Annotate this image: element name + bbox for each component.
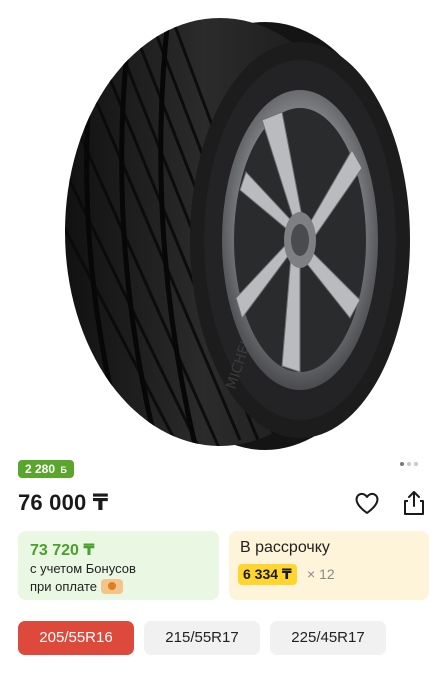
- carousel-dot[interactable]: [414, 462, 418, 466]
- share-button[interactable]: [399, 488, 429, 518]
- bonus-badge-value: 2 280: [25, 462, 56, 476]
- heart-icon: [355, 492, 379, 514]
- bonus-price-card[interactable]: 73 720 ₸ с учетом Бонусов при оплате: [18, 531, 219, 600]
- kaspi-icon: [100, 579, 123, 594]
- favorite-button[interactable]: [352, 488, 382, 518]
- size-option-225-45r17[interactable]: 225/45R17: [270, 621, 386, 655]
- share-icon: [404, 491, 424, 515]
- bonus-note-line2-text: при оплате: [30, 579, 97, 594]
- size-option-215-55r17[interactable]: 215/55R17: [144, 621, 260, 655]
- bonus-note-line1: с учетом Бонусов: [30, 561, 136, 576]
- bonus-coin-icon: Б: [60, 465, 67, 475]
- bonus-badge: 2 280 Б: [18, 460, 74, 478]
- carousel-dot[interactable]: [400, 462, 404, 466]
- installment-title: В рассрочку: [240, 539, 330, 556]
- bonus-price: 73 720 ₸: [30, 542, 95, 559]
- product-image[interactable]: MICHELIN: [0, 0, 448, 452]
- installment-amount: 6 334 ₸: [238, 564, 297, 585]
- installment-card[interactable]: В рассрочку 6 334 ₸ × 12: [229, 531, 429, 600]
- installment-multiplier: × 12: [307, 566, 335, 582]
- carousel-dot[interactable]: [407, 462, 411, 466]
- size-option-205-55r16[interactable]: 205/55R16: [18, 621, 134, 655]
- tire-image: MICHELIN: [65, 18, 410, 450]
- bonus-note-line2: при оплате: [30, 579, 123, 594]
- product-price: 76 000 ₸: [18, 490, 109, 515]
